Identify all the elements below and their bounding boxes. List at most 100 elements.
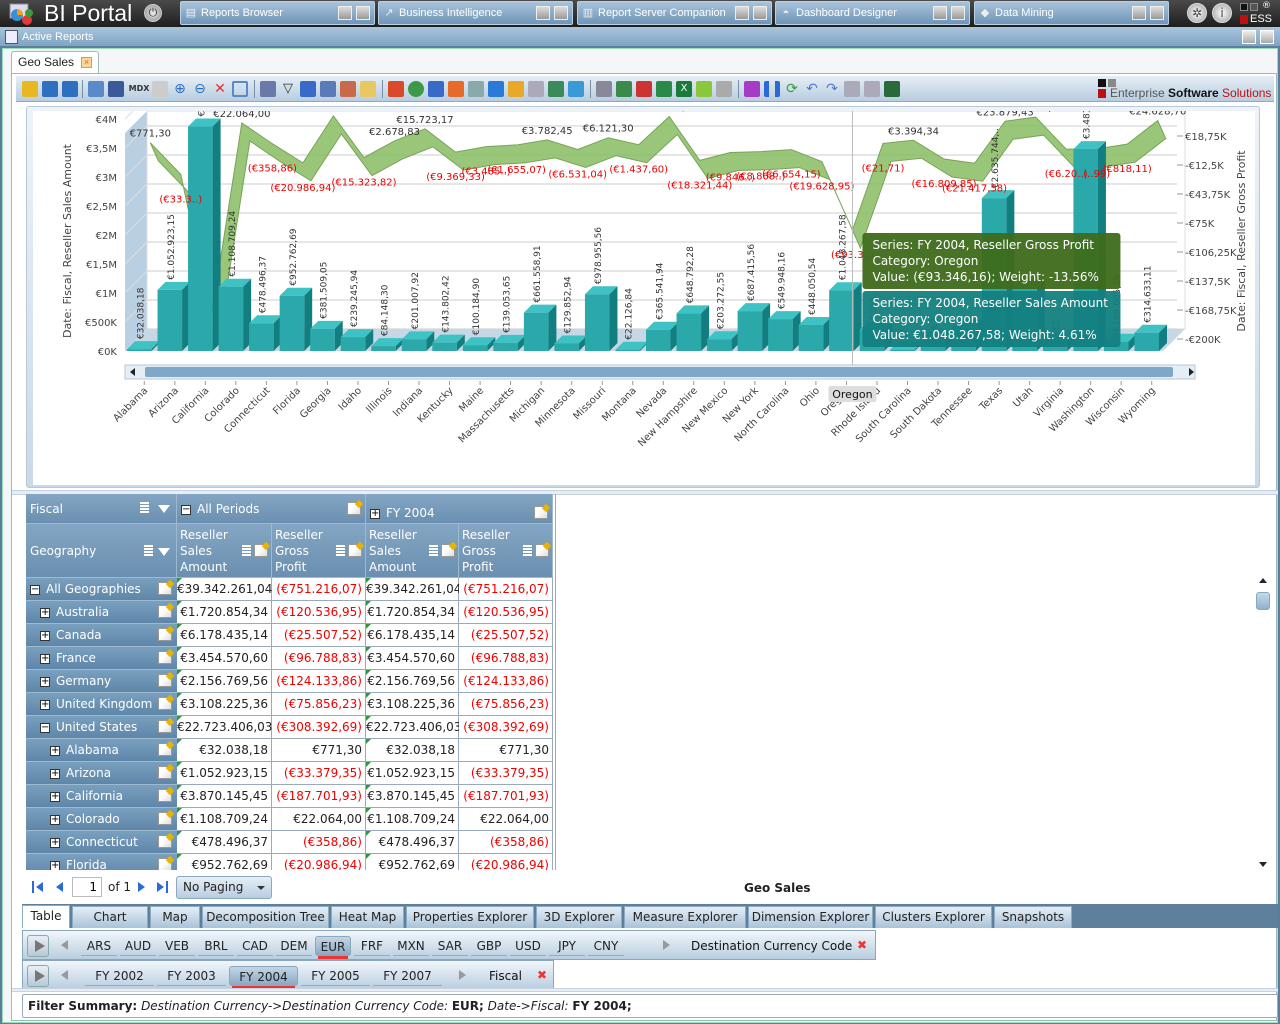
fiscal-header[interactable]: Fiscal bbox=[26, 494, 177, 524]
edit-icon[interactable] bbox=[158, 605, 172, 618]
map-icon[interactable] bbox=[408, 81, 424, 97]
collapse-icon[interactable]: − bbox=[30, 584, 40, 595]
grid-cell[interactable]: €952.762,69 bbox=[177, 854, 272, 870]
grid-cell[interactable]: €22.723.406,03 bbox=[366, 716, 461, 739]
expand-icon[interactable]: + bbox=[370, 508, 380, 519]
windows-icon[interactable] bbox=[864, 81, 880, 97]
grid-cell[interactable]: (€33.379,35) bbox=[272, 762, 366, 785]
fit-icon[interactable] bbox=[232, 81, 248, 97]
slicer-item[interactable]: JPY bbox=[549, 936, 585, 956]
grid-cell[interactable]: €1.720.854,34 bbox=[177, 601, 272, 624]
edit-icon[interactable] bbox=[348, 544, 362, 557]
first-page-icon[interactable] bbox=[32, 881, 44, 893]
pivot-icon[interactable] bbox=[320, 81, 336, 97]
expand-icon[interactable]: + bbox=[50, 791, 60, 802]
grid-cell[interactable]: €3.108.225,36 bbox=[177, 693, 272, 716]
geography-header[interactable]: Geography bbox=[26, 524, 177, 578]
pin-icon[interactable] bbox=[338, 6, 352, 20]
grid-cell[interactable]: (€751.216,07) bbox=[459, 578, 553, 601]
monitor-icon[interactable] bbox=[884, 81, 900, 97]
grid-cell[interactable]: (€75.856,23) bbox=[272, 693, 366, 716]
next-page-icon[interactable] bbox=[138, 882, 145, 892]
grid-cell[interactable]: €3.108.225,36 bbox=[366, 693, 459, 716]
sort-icon[interactable] bbox=[242, 545, 251, 557]
grid-cell[interactable]: (€25.507,52) bbox=[459, 624, 553, 647]
edit-icon[interactable] bbox=[254, 544, 268, 557]
edit-icon[interactable] bbox=[534, 506, 548, 519]
edit-icon[interactable] bbox=[158, 743, 172, 756]
slicer-item[interactable]: BRL bbox=[198, 936, 234, 956]
expand-icon[interactable]: + bbox=[50, 837, 60, 848]
grid-cell[interactable]: €32.038,18 bbox=[366, 739, 459, 762]
maximize-icon[interactable] bbox=[951, 6, 965, 20]
maximize-icon[interactable] bbox=[1150, 6, 1164, 20]
grid-cell[interactable]: €22.064,00 bbox=[272, 808, 366, 831]
row-header[interactable]: + Canada bbox=[26, 624, 177, 647]
slicer-item[interactable]: EUR bbox=[315, 936, 351, 959]
row-header[interactable]: + Alabama bbox=[26, 739, 177, 762]
slicer-item[interactable]: CNY bbox=[588, 936, 624, 956]
calculator-icon[interactable] bbox=[260, 81, 276, 97]
redo-icon[interactable]: ↷ bbox=[824, 81, 840, 97]
pin-icon[interactable] bbox=[933, 6, 947, 20]
grid-cell[interactable]: €39.342.261,04 bbox=[177, 578, 272, 601]
save-icon[interactable] bbox=[42, 81, 58, 97]
slicer-item[interactable]: AUD bbox=[120, 936, 156, 956]
row-header[interactable]: + Florida bbox=[26, 854, 177, 870]
power-icon[interactable]: ⏻ bbox=[144, 4, 162, 22]
grid-cell[interactable]: (€96.788,83) bbox=[272, 647, 366, 670]
expand-icon[interactable]: + bbox=[40, 630, 50, 641]
grid-cell[interactable]: (€358,86) bbox=[272, 831, 366, 854]
row-header[interactable]: + Connecticut bbox=[26, 831, 177, 854]
edit-icon[interactable] bbox=[158, 582, 172, 595]
slicer-item[interactable]: FY 2003 bbox=[157, 966, 226, 986]
grid-cell[interactable]: €22.064,00 bbox=[459, 808, 553, 831]
grid-cell[interactable]: €1.052.923,15 bbox=[177, 762, 272, 785]
grid-cell[interactable]: (€25.507,52) bbox=[272, 624, 366, 647]
view-tab-chart[interactable]: Chart bbox=[72, 906, 148, 928]
filter-icon[interactable] bbox=[158, 548, 170, 556]
geo-sales-chart[interactable]: €0K €500K €1M €1,5M €2M €2,5M €3M €3,5M €4M -€200… bbox=[33, 91, 1255, 485]
grid-cell[interactable]: (€308.392,69) bbox=[272, 716, 366, 739]
grid-cell[interactable]: €3.870.145,45 bbox=[366, 785, 459, 808]
grid-cell[interactable]: €2.156.769,56 bbox=[177, 670, 272, 693]
grid-cell[interactable]: (€33.379,35) bbox=[459, 762, 553, 785]
paging-select[interactable]: No Paging bbox=[176, 876, 272, 899]
row-header[interactable]: + Germany bbox=[26, 670, 177, 693]
excel-table-icon[interactable] bbox=[656, 81, 672, 97]
grid-cell[interactable]: €6.178.435,14 bbox=[366, 624, 459, 647]
minimize-icon[interactable] bbox=[1260, 30, 1274, 44]
expand-icon[interactable]: + bbox=[50, 860, 60, 870]
pin-icon[interactable] bbox=[1242, 30, 1256, 44]
grid-cell[interactable]: €1.108.709,24 bbox=[366, 808, 459, 831]
row-header[interactable]: + Colorado bbox=[26, 808, 177, 831]
grid-cell[interactable]: (€120.536,95) bbox=[272, 601, 366, 624]
open-icon[interactable] bbox=[22, 81, 38, 97]
grid-cell[interactable]: (€751.216,07) bbox=[272, 578, 366, 601]
sort-icon[interactable] bbox=[144, 545, 153, 557]
grid-cell[interactable]: €2.156.769,56 bbox=[366, 670, 459, 693]
expand-icon[interactable]: + bbox=[40, 607, 50, 618]
bar-chart-icon[interactable] bbox=[388, 81, 404, 97]
mdx-button[interactable]: MDX bbox=[128, 81, 150, 97]
heatmap-icon[interactable] bbox=[448, 81, 464, 97]
collapse-icon[interactable]: − bbox=[181, 504, 191, 515]
pin-icon[interactable] bbox=[1132, 6, 1146, 20]
edit-icon[interactable] bbox=[158, 651, 172, 664]
grid-cell[interactable]: €3.870.145,45 bbox=[177, 785, 272, 808]
edit-icon[interactable] bbox=[158, 766, 172, 779]
table-icon[interactable] bbox=[300, 81, 316, 97]
print-icon[interactable] bbox=[596, 81, 612, 97]
maximize-icon[interactable] bbox=[753, 6, 767, 20]
maximize-icon[interactable] bbox=[554, 6, 568, 20]
row-header[interactable]: + Arizona bbox=[26, 762, 177, 785]
edit-icon[interactable] bbox=[158, 858, 172, 870]
cube-icon[interactable] bbox=[488, 81, 504, 97]
scroll-up-icon[interactable] bbox=[1259, 578, 1267, 583]
row-header[interactable]: + California bbox=[26, 785, 177, 808]
grid-cell[interactable]: €771,30 bbox=[272, 739, 366, 762]
edit-icon[interactable] bbox=[152, 81, 168, 97]
grid-cell[interactable]: €478.496,37 bbox=[177, 831, 272, 854]
row-header[interactable]: + United Kingdom bbox=[26, 693, 177, 716]
slicer-scroll-left-icon[interactable] bbox=[61, 970, 68, 980]
